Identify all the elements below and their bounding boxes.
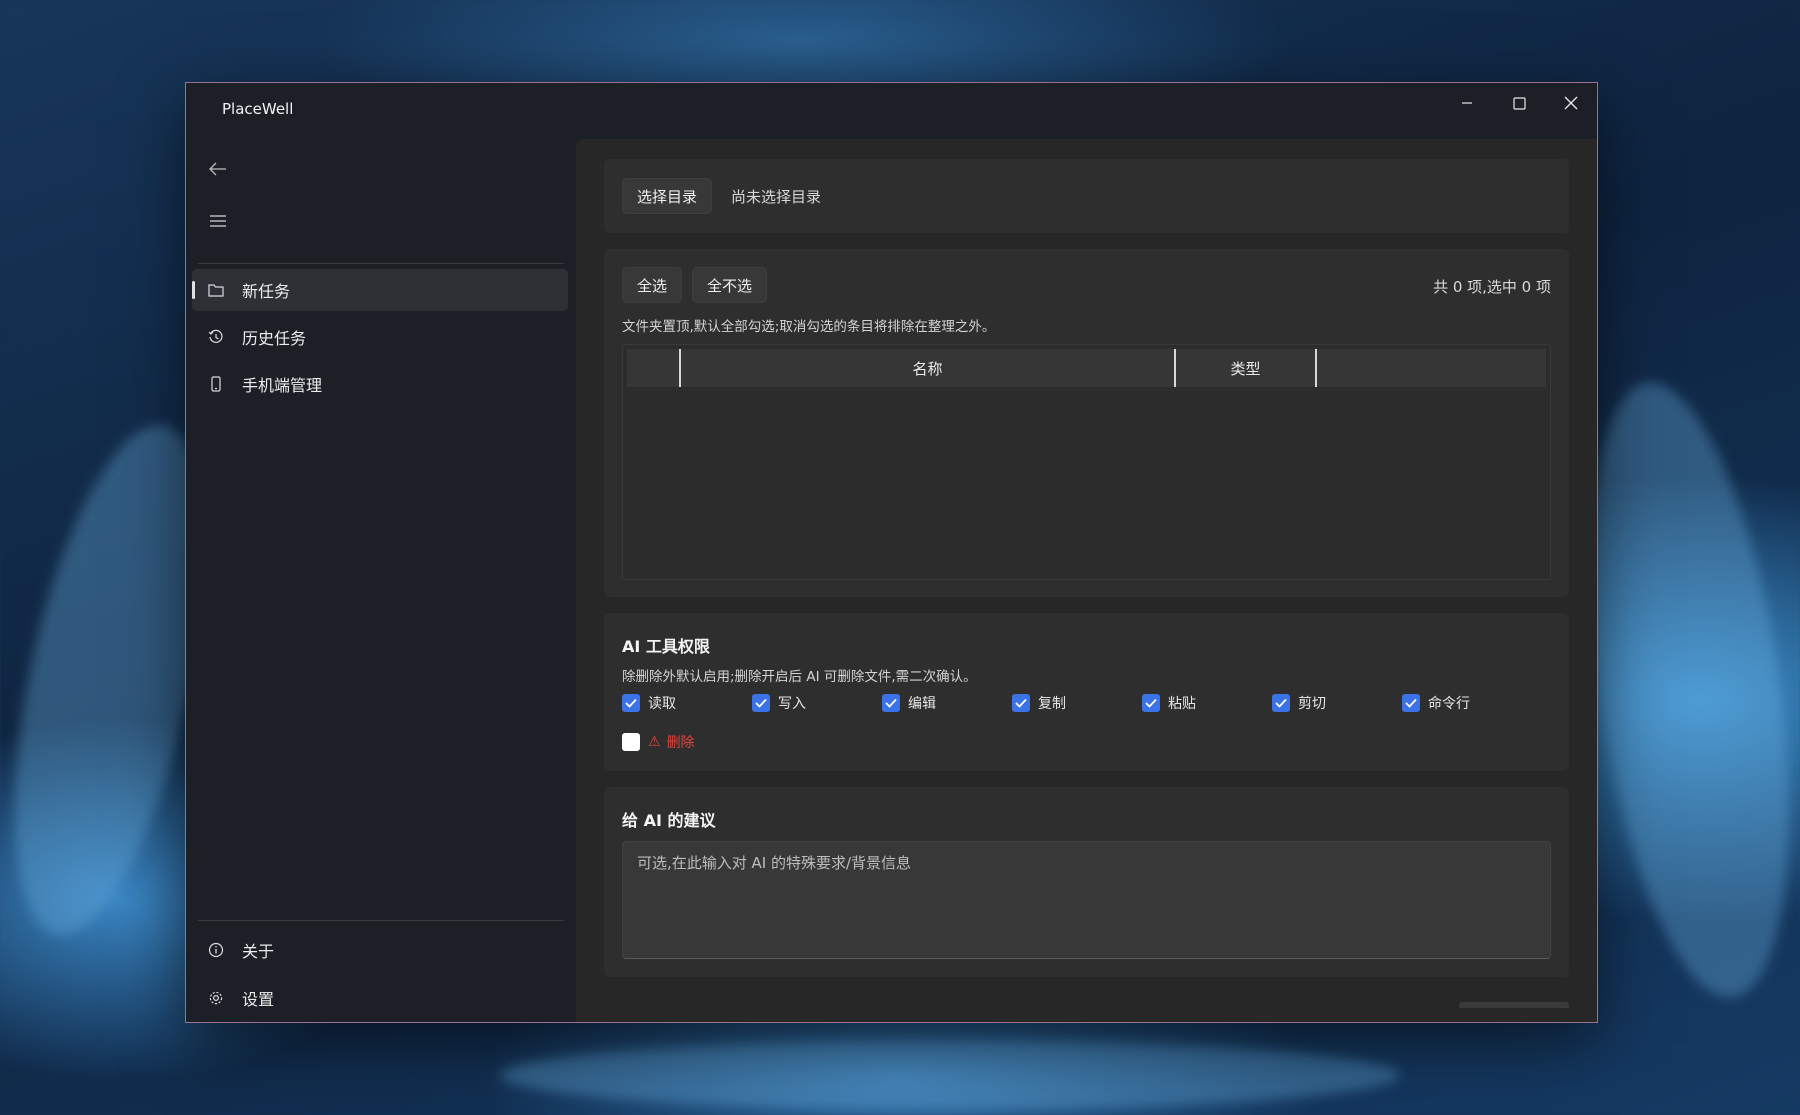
sidebar-item-label: 手机端管理: [242, 376, 323, 395]
advice-textarea[interactable]: 可选,在此输入对 AI 的特殊要求/背景信息: [622, 841, 1551, 959]
permission-label: 命令行: [1428, 696, 1470, 712]
column-header-name[interactable]: 名称: [681, 349, 1174, 387]
checkmark-icon: [1402, 694, 1420, 712]
menu-toggle-button[interactable]: [198, 203, 238, 239]
hamburger-icon: [210, 215, 226, 227]
checkmark-icon: [622, 694, 640, 712]
close-button[interactable]: [1545, 83, 1597, 123]
file-table: 名称 类型: [622, 344, 1551, 580]
permission-read-checkbox[interactable]: 读取: [622, 693, 676, 713]
sidebar: 新任务 历史任务 手机端管理 关于 设置: [186, 139, 576, 1022]
wallpaper-highlight: [500, 1040, 1400, 1110]
directory-card: 选择目录 尚未选择目录: [604, 159, 1569, 233]
sidebar-item-label: 设置: [242, 990, 275, 1009]
sidebar-item-label: 新任务: [242, 282, 291, 301]
maximize-icon: [1512, 96, 1526, 110]
ai-advice-card: 给 AI 的建议 可选,在此输入对 AI 的特殊要求/背景信息: [604, 787, 1569, 977]
permission-paste-checkbox[interactable]: 粘贴: [1142, 693, 1196, 713]
sidebar-item-label: 关于: [242, 942, 275, 961]
permission-copy-checkbox[interactable]: 复制: [1012, 693, 1066, 713]
permissions-hint: 除删除外默认启用;删除开启后 AI 可删除文件,需二次确认。: [622, 669, 977, 685]
permission-label: 读取: [648, 696, 676, 712]
directory-status: 尚未选择目录: [731, 188, 822, 206]
permission-label: 复制: [1038, 696, 1066, 712]
checkmark-icon: [1012, 694, 1030, 712]
permission-delete-checkbox[interactable]: ⚠ 删除: [622, 732, 695, 752]
app-title: PlaceWell: [222, 100, 294, 118]
gear-icon: [206, 988, 226, 1008]
sidebar-item-new-task[interactable]: 新任务: [192, 269, 568, 311]
permission-edit-checkbox[interactable]: 编辑: [882, 693, 936, 713]
app-window: PlaceWell 新任务 历史任务 手机端管理 关于 设置 选择目录 尚未选择…: [185, 82, 1598, 1023]
file-list-hint: 文件夹置顶,默认全部勾选;取消勾选的条目将排除在整理之外。: [622, 319, 996, 335]
permission-label: 粘贴: [1168, 696, 1196, 712]
permission-label: 写入: [778, 696, 806, 712]
permission-label: 编辑: [908, 696, 936, 712]
minimize-button[interactable]: [1441, 83, 1493, 123]
history-icon: [206, 327, 226, 347]
checkmark-icon: [1142, 694, 1160, 712]
ai-permissions-card: AI 工具权限 除删除外默认启用;删除开启后 AI 可删除文件,需二次确认。 读…: [604, 613, 1569, 771]
warning-icon: ⚠: [648, 734, 661, 750]
permission-label: 剪切: [1298, 696, 1326, 712]
sidebar-item-history[interactable]: 历史任务: [192, 316, 568, 358]
selection-summary: 共 0 项,选中 0 项: [1433, 278, 1551, 296]
title-bar[interactable]: PlaceWell: [186, 83, 1597, 139]
permission-label: 删除: [666, 735, 695, 751]
file-table-header: 名称 类型: [627, 349, 1546, 387]
folder-icon: [206, 280, 226, 300]
sidebar-item-about[interactable]: 关于: [192, 929, 568, 971]
permission-cut-checkbox[interactable]: 剪切: [1272, 693, 1326, 713]
minimize-icon: [1462, 102, 1472, 104]
checkmark-icon: [882, 694, 900, 712]
checkbox-unchecked: [622, 733, 640, 751]
maximize-button[interactable]: [1493, 83, 1545, 123]
phone-icon: [206, 374, 226, 394]
close-icon: [1564, 96, 1578, 110]
checkmark-icon: [752, 694, 770, 712]
sidebar-item-label: 历史任务: [242, 329, 307, 348]
select-directory-button[interactable]: 选择目录: [622, 178, 713, 214]
permissions-title: AI 工具权限: [622, 637, 710, 656]
column-header-checkbox[interactable]: [627, 349, 679, 387]
select-all-button[interactable]: 全选: [622, 267, 683, 303]
permission-command-line-checkbox[interactable]: 命令行: [1402, 693, 1470, 713]
sidebar-footer-divider: [198, 920, 564, 921]
permission-write-checkbox[interactable]: 写入: [752, 693, 806, 713]
advice-title: 给 AI 的建议: [622, 811, 716, 830]
info-icon: [206, 940, 226, 960]
arrow-left-icon: [209, 162, 226, 176]
sidebar-item-mobile[interactable]: 手机端管理: [192, 363, 568, 405]
back-button[interactable]: [198, 151, 238, 187]
column-header-type[interactable]: 类型: [1176, 349, 1315, 387]
file-list-card: 全选 全不选 共 0 项,选中 0 项 文件夹置顶,默认全部勾选;取消勾选的条目…: [604, 249, 1569, 597]
scroll-indicator[interactable]: [1459, 1002, 1569, 1008]
column-header-extra[interactable]: [1317, 349, 1546, 387]
main-content: 选择目录 尚未选择目录 全选 全不选 共 0 项,选中 0 项 文件夹置顶,默认…: [576, 139, 1597, 1022]
select-none-button[interactable]: 全不选: [692, 267, 768, 303]
sidebar-divider: [198, 263, 564, 264]
checkmark-icon: [1272, 694, 1290, 712]
sidebar-item-settings[interactable]: 设置: [192, 977, 568, 1019]
